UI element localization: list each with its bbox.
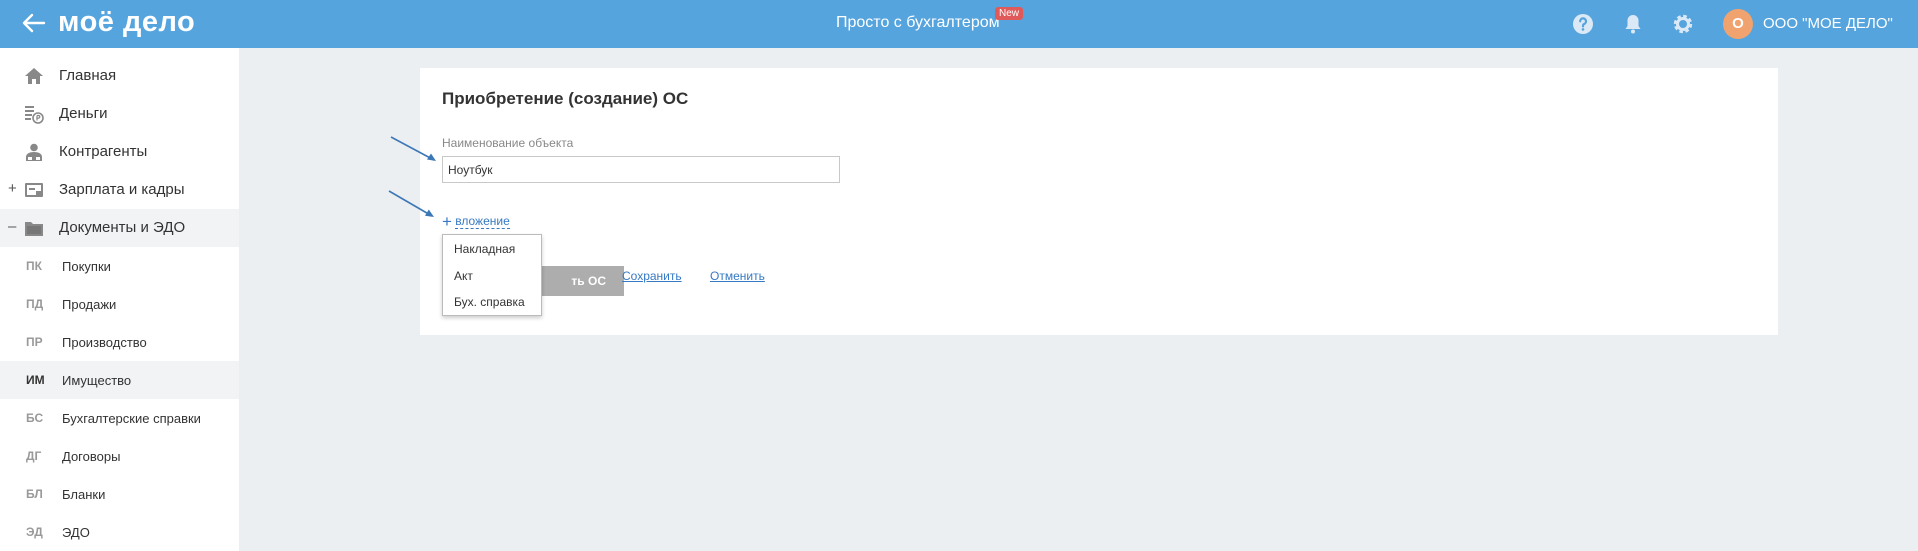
dropdown-item-invoice[interactable]: Накладная xyxy=(454,242,515,256)
logo[interactable]: моё дело xyxy=(58,6,195,39)
back-arrow-icon[interactable] xyxy=(20,12,46,34)
subitem-abbr: БС xyxy=(26,411,44,425)
subitem-label: Производство xyxy=(62,335,147,350)
sidebar-item-documents[interactable]: – Документы и ЭДО xyxy=(0,209,239,247)
contractors-icon xyxy=(26,143,42,161)
collapse-toggle[interactable]: – xyxy=(8,218,16,235)
sidebar: Главная Деньги Контрагенты + Зарплата и … xyxy=(0,48,239,551)
sidebar-item-contractors[interactable]: Контрагенты xyxy=(0,133,239,171)
add-attachment-link[interactable]: + вложение xyxy=(442,210,510,231)
sidebar-item-money[interactable]: Деньги xyxy=(0,95,239,133)
subitem-label: Продажи xyxy=(62,297,117,312)
sidebar-item-label: Главная xyxy=(59,67,117,84)
object-name-input[interactable] xyxy=(442,156,840,183)
subitem-label: ЭДО xyxy=(62,525,90,540)
avatar[interactable]: О xyxy=(1723,9,1753,39)
subitem-abbr: ПК xyxy=(26,259,42,273)
subitem-abbr: БЛ xyxy=(26,487,43,501)
sidebar-subitem-accounting-notes[interactable]: БС Бухгалтерские справки xyxy=(0,399,239,437)
sidebar-item-label: Зарплата и кадры xyxy=(59,181,185,198)
subitem-label: Покупки xyxy=(62,259,111,274)
attachment-type-dropdown: Накладная Акт Бух. справка xyxy=(442,234,542,316)
asset-form-card: Приобретение (создание) ОС Наименование … xyxy=(420,68,1778,335)
subitem-abbr: ПД xyxy=(26,297,44,311)
sidebar-item-main[interactable]: Главная xyxy=(0,57,239,95)
subitem-abbr: ДГ xyxy=(26,449,42,463)
sidebar-subitem-purchases[interactable]: ПК Покупки xyxy=(0,247,239,285)
subitem-label: Имущество xyxy=(62,373,132,388)
sidebar-item-label: Документы и ЭДО xyxy=(59,219,186,236)
save-link[interactable]: Сохранить xyxy=(622,269,682,283)
help-icon[interactable] xyxy=(1571,12,1595,36)
salary-icon xyxy=(25,183,43,197)
subitem-abbr: ЭД xyxy=(26,525,43,539)
subitem-abbr: ИМ xyxy=(26,373,45,387)
dropdown-item-accounting-note[interactable]: Бух. справка xyxy=(454,295,525,309)
cancel-link[interactable]: Отменить xyxy=(710,269,765,283)
home-icon xyxy=(25,68,43,84)
sidebar-item-label: Деньги xyxy=(59,105,108,122)
folder-icon xyxy=(25,222,43,236)
promo-link[interactable]: Просто с бухгалтером xyxy=(836,14,1000,32)
sidebar-item-label: Контрагенты xyxy=(59,143,148,160)
subitem-label: Договоры xyxy=(62,449,121,464)
sidebar-subitem-forms[interactable]: БЛ Бланки xyxy=(0,475,239,513)
object-name-label: Наименование объекта xyxy=(442,136,574,150)
top-bar: моё дело Просто с бухгалтером New О ООО … xyxy=(0,0,1918,48)
sidebar-subitem-edo[interactable]: ЭД ЭДО xyxy=(0,513,239,551)
annotation-arrow-icon xyxy=(390,136,436,161)
subitem-label: Бланки xyxy=(62,487,106,502)
sidebar-item-salary[interactable]: + Зарплата и кадры xyxy=(0,171,239,209)
expand-toggle[interactable]: + xyxy=(8,180,17,197)
sidebar-subitem-contracts[interactable]: ДГ Договоры xyxy=(0,437,239,475)
company-name[interactable]: ООО "МОЕ ДЕЛО" xyxy=(1763,15,1893,32)
new-badge: New xyxy=(995,7,1024,20)
subitem-label: Бухгалтерские справки xyxy=(62,411,201,426)
attachment-label: вложение xyxy=(455,214,510,229)
plus-icon: + xyxy=(442,212,452,231)
dropdown-item-act[interactable]: Акт xyxy=(454,269,473,283)
annotation-arrow-icon xyxy=(388,190,434,217)
subitem-abbr: ПР xyxy=(26,335,43,349)
gear-icon[interactable] xyxy=(1671,12,1695,36)
bell-icon[interactable] xyxy=(1621,12,1645,36)
sidebar-subitem-sales[interactable]: ПД Продажи xyxy=(0,285,239,323)
sidebar-subitem-production[interactable]: ПР Производство xyxy=(0,323,239,361)
page-title: Приобретение (создание) ОС xyxy=(442,89,689,108)
money-icon xyxy=(25,106,44,124)
sidebar-subitem-property[interactable]: ИМ Имущество xyxy=(0,361,239,399)
